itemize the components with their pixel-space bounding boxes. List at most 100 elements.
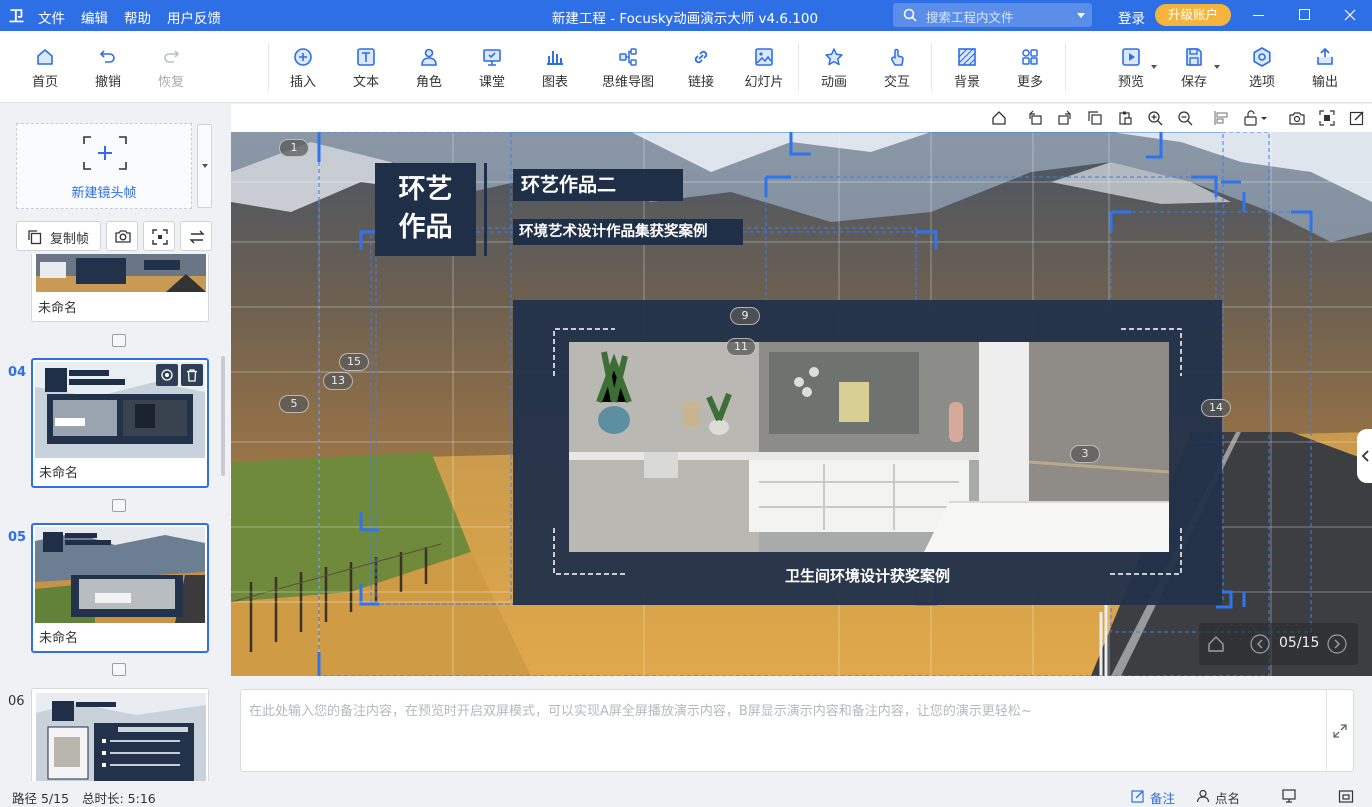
copy-frame-button[interactable]: 复制帧 bbox=[16, 221, 101, 251]
frame-marker[interactable]: 5 bbox=[279, 395, 309, 413]
save-dropdown-arrow[interactable] bbox=[1214, 65, 1220, 69]
snapshot-button[interactable] bbox=[106, 221, 138, 251]
chart-button[interactable]: 图表 bbox=[524, 31, 586, 103]
fullscreen-icon[interactable] bbox=[1338, 788, 1354, 804]
text-button[interactable]: 文本 bbox=[335, 31, 397, 103]
person-icon bbox=[1196, 789, 1210, 803]
lock-icon[interactable] bbox=[1243, 110, 1269, 126]
search-icon bbox=[903, 8, 917, 22]
slide-subtitle-1[interactable]: 环艺作品二 bbox=[513, 169, 683, 201]
chevron-down-icon[interactable] bbox=[1077, 13, 1085, 18]
slides-button[interactable]: 幻灯片 bbox=[733, 31, 795, 103]
canvas-toolbar bbox=[231, 104, 1372, 132]
gear-icon bbox=[1253, 47, 1271, 67]
rollcall-button[interactable]: 点名 bbox=[1215, 788, 1240, 807]
title-accent-bar bbox=[484, 163, 487, 256]
preview-dropdown-arrow[interactable] bbox=[1151, 65, 1157, 69]
notes-toggle-button[interactable]: 备注 bbox=[1150, 788, 1175, 807]
transition-icon[interactable] bbox=[112, 334, 126, 347]
swap-frames-button[interactable] bbox=[180, 221, 212, 251]
frame-marker[interactable]: 11 bbox=[726, 338, 756, 356]
slide-title[interactable]: 环艺 作品 bbox=[375, 163, 476, 256]
rotate-right-icon[interactable] bbox=[1057, 110, 1073, 126]
export-icon bbox=[1317, 47, 1333, 65]
home-icon[interactable] bbox=[1207, 635, 1225, 653]
zoom-in-icon[interactable] bbox=[1147, 110, 1163, 126]
transition-icon[interactable] bbox=[112, 499, 126, 512]
rotate-left-icon[interactable] bbox=[1027, 110, 1043, 126]
bar-chart-icon bbox=[547, 51, 563, 65]
frame-preview-image bbox=[35, 527, 205, 623]
export-button[interactable]: 输出 bbox=[1294, 31, 1356, 103]
classroom-button[interactable]: 课堂 bbox=[461, 31, 523, 103]
link-button[interactable]: 链接 bbox=[670, 31, 732, 103]
mindmap-button[interactable]: 思维导图 bbox=[597, 31, 659, 103]
background-button[interactable]: 背景 bbox=[936, 31, 998, 103]
frame-preview-image bbox=[36, 693, 206, 781]
menu-file[interactable]: 文件 bbox=[38, 7, 65, 27]
transition-icon[interactable] bbox=[112, 663, 126, 676]
expand-icon[interactable] bbox=[1333, 724, 1347, 738]
search-box[interactable]: 搜索工程内文件 bbox=[893, 3, 1092, 27]
frame-marker[interactable]: 1 bbox=[279, 139, 309, 157]
frame-delete-button[interactable] bbox=[181, 364, 203, 386]
presentation-canvas[interactable]: 环艺 作品 环艺作品二 环境艺术设计作品集获奖案例 卫生间环境设计获奖案例 1 … bbox=[231, 132, 1372, 676]
frame-number: 05 bbox=[8, 530, 27, 545]
frame-thumbnail-06[interactable] bbox=[31, 688, 209, 781]
frame-marker[interactable]: 3 bbox=[1070, 445, 1100, 463]
paste-icon[interactable] bbox=[1117, 110, 1133, 126]
camera-icon[interactable] bbox=[1289, 110, 1305, 126]
classroom-icon bbox=[483, 49, 501, 66]
frame-marker[interactable]: 15 bbox=[339, 353, 369, 371]
align-icon[interactable] bbox=[1213, 110, 1229, 126]
minimize-button[interactable] bbox=[1238, 0, 1278, 31]
menu-help[interactable]: 帮助 bbox=[124, 7, 151, 27]
search-placeholder: 搜索工程内文件 bbox=[926, 10, 1014, 25]
options-button[interactable]: 选项 bbox=[1231, 31, 1293, 103]
redo-button[interactable]: 恢复 bbox=[140, 31, 202, 103]
new-frame-button[interactable]: 新建镜头帧 bbox=[16, 123, 192, 209]
fit-screen-icon[interactable] bbox=[1319, 110, 1335, 126]
frame-thumbnail[interactable]: 未命名 bbox=[31, 254, 209, 322]
frame-marker[interactable]: 9 bbox=[730, 307, 760, 325]
interact-button[interactable]: 交互 bbox=[866, 31, 928, 103]
home-view-icon[interactable] bbox=[991, 110, 1007, 126]
frame-thumbnail-05[interactable]: 未命名 bbox=[31, 523, 209, 653]
collapse-right-panel-button[interactable] bbox=[1357, 429, 1372, 483]
notes-input[interactable]: 在此处输入您的备注内容，在预览时开启双屏模式，可以实现A屏全屏播放演示内容，B屏… bbox=[240, 689, 1354, 772]
role-button[interactable]: 角色 bbox=[398, 31, 460, 103]
maximize-button[interactable] bbox=[1285, 0, 1325, 31]
frame-thumbnail-04[interactable]: 未命名 bbox=[31, 358, 209, 488]
login-link[interactable]: 登录 bbox=[1118, 7, 1145, 27]
image-caption[interactable]: 卫生间环境设计获奖案例 bbox=[513, 565, 1222, 586]
slide-subtitle-2[interactable]: 环境艺术设计作品集获奖案例 bbox=[513, 219, 743, 245]
screen-icon[interactable] bbox=[1281, 788, 1297, 804]
new-frame-dropdown[interactable] bbox=[197, 124, 212, 208]
frame-marker[interactable]: 13 bbox=[323, 372, 353, 390]
prev-icon[interactable] bbox=[1250, 634, 1270, 654]
animation-button[interactable]: 动画 bbox=[803, 31, 865, 103]
frame-preview-button[interactable] bbox=[156, 364, 178, 386]
play-icon bbox=[1122, 48, 1140, 66]
undo-button[interactable]: 撤销 bbox=[77, 31, 139, 103]
zoom-out-icon[interactable] bbox=[1177, 110, 1193, 126]
more-button[interactable]: 更多 bbox=[999, 31, 1061, 103]
frame-number: 06 bbox=[8, 694, 25, 709]
insert-button[interactable]: 插入 bbox=[272, 31, 334, 103]
copy-icon[interactable] bbox=[1087, 110, 1103, 126]
menu-edit[interactable]: 编辑 bbox=[81, 7, 108, 27]
edit-icon[interactable] bbox=[1349, 110, 1365, 126]
frame-marker[interactable]: 14 bbox=[1201, 399, 1231, 417]
close-button[interactable] bbox=[1330, 0, 1370, 31]
upgrade-button[interactable]: 升级账户 bbox=[1155, 4, 1231, 26]
swap-icon bbox=[189, 230, 205, 244]
next-icon[interactable] bbox=[1327, 634, 1347, 654]
fit-frame-button[interactable] bbox=[143, 221, 175, 251]
menu-feedback[interactable]: 用户反馈 bbox=[167, 7, 221, 27]
home-button[interactable]: 首页 bbox=[14, 31, 76, 103]
camera-icon bbox=[115, 230, 131, 243]
sidebar-scrollbar[interactable] bbox=[221, 356, 225, 476]
title-bar: 卫 文件 编辑 帮助 用户反馈 新建工程 - Focusky动画演示大师 v4.… bbox=[0, 0, 1372, 31]
chevron-left-icon bbox=[1361, 450, 1369, 462]
redo-icon bbox=[164, 50, 180, 63]
